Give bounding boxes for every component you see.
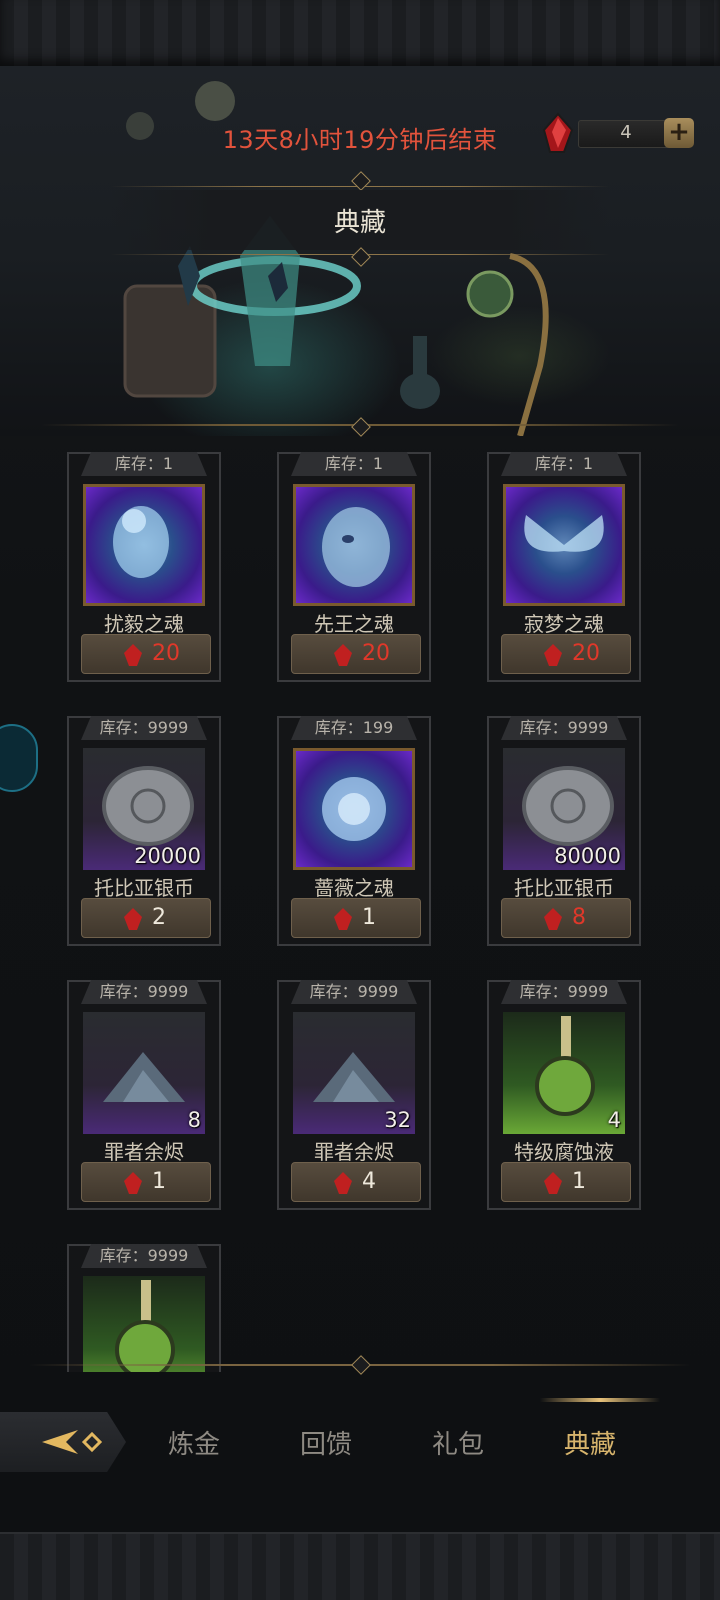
back-button[interactable] xyxy=(0,1412,126,1472)
item-price: 20 xyxy=(572,641,600,666)
corrosion-potion-icon: 4 xyxy=(503,1012,625,1134)
item-stock: 库存：9999 xyxy=(291,980,417,1004)
item-name: 蔷薇之魂 xyxy=(314,876,394,900)
ember-pile-icon: 8 xyxy=(83,1012,205,1134)
buy-button[interactable]: 20 xyxy=(501,634,631,674)
item-price: 1 xyxy=(362,905,376,930)
shop-item-card[interactable]: 库存：1 扰毅之魂 20 xyxy=(67,452,221,682)
item-name: 特级腐蚀液 xyxy=(514,1140,614,1164)
tab-gift-pack[interactable]: 礼包 xyxy=(408,1424,508,1461)
buy-button[interactable]: 1 xyxy=(81,1162,211,1202)
shop-item-card[interactable]: 库存：9999 8 罪者余烬 1 xyxy=(67,980,221,1210)
add-currency-button[interactable]: + xyxy=(664,118,694,148)
item-stock: 库存：9999 xyxy=(81,980,207,1004)
currency-amount: 4 xyxy=(620,122,632,143)
item-name: 托比亚银币 xyxy=(514,876,614,900)
active-tab-indicator xyxy=(540,1398,660,1402)
corrosion-potion-icon xyxy=(83,1276,205,1372)
silver-coin-icon: 80000 xyxy=(503,748,625,870)
red-crystal-icon xyxy=(124,908,142,930)
item-price: 1 xyxy=(152,1169,166,1194)
soul-butterfly-icon xyxy=(503,484,625,606)
buy-button[interactable]: 20 xyxy=(81,634,211,674)
item-quantity: 32 xyxy=(384,1108,411,1132)
shop-item-card[interactable]: 库存：9999 80000 托比亚银币 8 xyxy=(487,716,641,946)
item-quantity: 80000 xyxy=(554,844,621,868)
item-name: 寂梦之魂 xyxy=(524,612,604,636)
red-crystal-icon xyxy=(334,1172,352,1194)
shop-item-card[interactable]: 库存：9999 20000 托比亚银币 2 xyxy=(67,716,221,946)
item-quantity: 4 xyxy=(607,1108,621,1132)
red-crystal-icon xyxy=(544,644,562,666)
shop-item-card[interactable]: 库存：9999 xyxy=(67,1244,221,1372)
red-crystal-icon xyxy=(544,908,562,930)
item-stock: 库存：9999 xyxy=(501,980,627,1004)
bottom-ornate-frame xyxy=(0,1532,720,1600)
buy-button[interactable]: 1 xyxy=(501,1162,631,1202)
shop-item-card[interactable]: 库存：1 寂梦之魂 20 xyxy=(487,452,641,682)
buy-button[interactable]: 1 xyxy=(291,898,421,938)
item-stock: 库存：1 xyxy=(501,452,627,476)
red-crystal-icon xyxy=(334,908,352,930)
buy-button[interactable]: 20 xyxy=(291,634,421,674)
back-arrow-icon xyxy=(42,1430,103,1454)
tab-rewards[interactable]: 回馈 xyxy=(276,1424,376,1461)
item-name: 托比亚银币 xyxy=(94,876,194,900)
shop-item-card[interactable]: 库存：1 先王之魂 20 xyxy=(277,452,431,682)
top-ornate-frame xyxy=(0,0,720,68)
item-quantity: 20000 xyxy=(134,844,201,868)
item-stock: 库存：1 xyxy=(291,452,417,476)
item-name: 先王之魂 xyxy=(314,612,394,636)
bottom-nav: 炼金 回馈 礼包 典藏 xyxy=(0,1398,720,1494)
soul-king-face-icon xyxy=(293,484,415,606)
soul-doll-icon xyxy=(83,484,205,606)
buy-button[interactable]: 2 xyxy=(81,898,211,938)
item-price: 8 xyxy=(572,905,586,930)
shop-item-card[interactable]: 库存：9999 32 罪者余烬 4 xyxy=(277,980,431,1210)
shop-screen: 13天8小时19分钟后结束 4 + 典藏 库存：1 扰毅之魂 20 库存：1 先… xyxy=(0,0,720,1600)
item-quantity: 8 xyxy=(187,1108,201,1132)
tab-alchemy[interactable]: 炼金 xyxy=(144,1424,244,1461)
buy-button[interactable]: 4 xyxy=(291,1162,421,1202)
silver-coin-icon: 20000 xyxy=(83,748,205,870)
red-crystal-icon xyxy=(124,1172,142,1194)
red-crystal-icon xyxy=(334,644,352,666)
item-stock: 库存：9999 xyxy=(81,1244,207,1268)
item-stock: 库存：1 xyxy=(81,452,207,476)
item-price: 20 xyxy=(152,641,180,666)
shop-item-card[interactable]: 库存：199 蔷薇之魂 1 xyxy=(277,716,431,946)
item-price: 4 xyxy=(362,1169,376,1194)
item-stock: 库存：9999 xyxy=(81,716,207,740)
currency-display: 4 + xyxy=(542,112,696,153)
item-stock: 库存：199 xyxy=(291,716,417,740)
item-price: 1 xyxy=(572,1169,586,1194)
item-grid: 库存：1 扰毅之魂 20 库存：1 先王之魂 20 库存：1 寂梦之魂 20 库… xyxy=(0,440,720,1372)
item-price: 2 xyxy=(152,905,166,930)
tab-collection[interactable]: 典藏 xyxy=(540,1424,640,1461)
red-crystal-icon xyxy=(124,644,142,666)
item-name: 罪者余烬 xyxy=(314,1140,394,1164)
item-name: 扰毅之魂 xyxy=(104,612,184,636)
buy-button[interactable]: 8 xyxy=(501,898,631,938)
ember-pile-icon: 32 xyxy=(293,1012,415,1134)
item-name: 罪者余烬 xyxy=(104,1140,184,1164)
page-title: 典藏 xyxy=(333,208,386,238)
red-crystal-icon xyxy=(542,112,574,153)
red-crystal-icon xyxy=(544,1172,562,1194)
item-price: 20 xyxy=(362,641,390,666)
soul-rose-icon xyxy=(293,748,415,870)
shop-item-card[interactable]: 库存：9999 4 特级腐蚀液 1 xyxy=(487,980,641,1210)
item-stock: 库存：9999 xyxy=(501,716,627,740)
